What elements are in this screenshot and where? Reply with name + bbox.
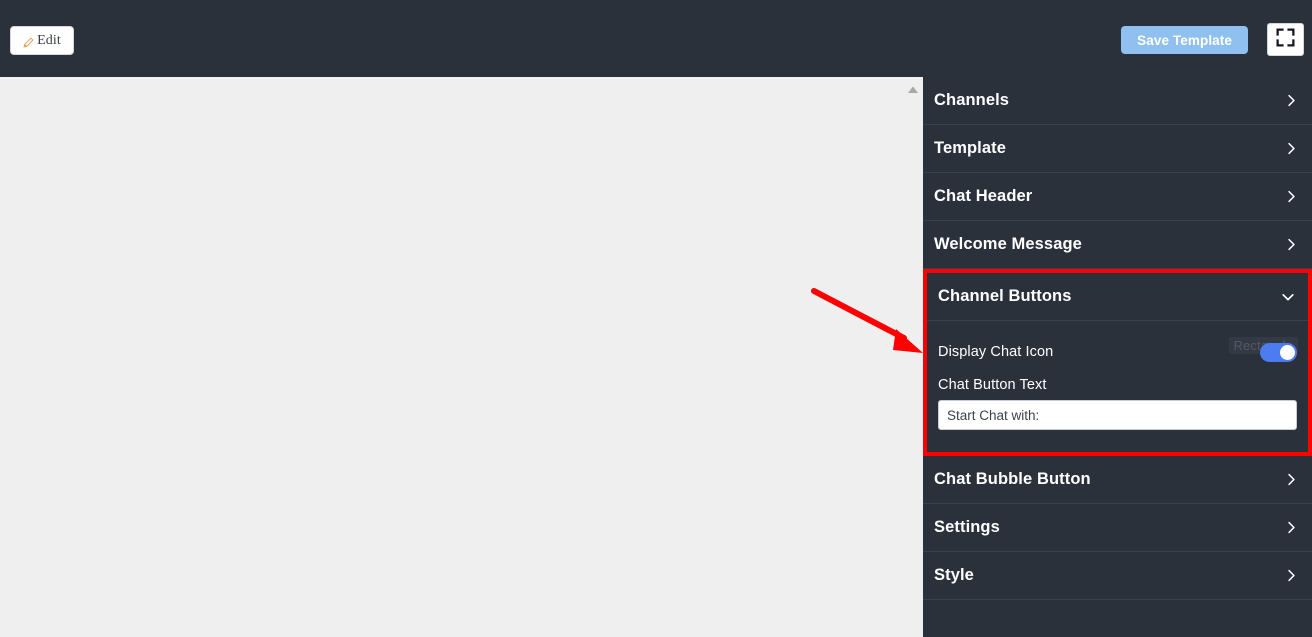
display-chat-icon-row: Display Chat Icon (938, 335, 1297, 369)
top-toolbar: Edit Save Template (0, 0, 1312, 77)
fullscreen-icon (1275, 27, 1296, 53)
chevron-right-icon (1285, 473, 1298, 486)
chat-button-text-label: Chat Button Text (938, 377, 1047, 393)
edit-button-label: Edit (37, 32, 61, 48)
chevron-right-icon (1285, 238, 1298, 251)
display-chat-icon-toggle[interactable] (1260, 342, 1297, 362)
sidebar-item-style[interactable]: Style (923, 552, 1312, 600)
app-root: Edit Save Template Channels Template Cha… (0, 0, 1312, 637)
sidebar-item-chat-bubble-button[interactable]: Chat Bubble Button (923, 456, 1312, 504)
section-title: Settings (934, 518, 1000, 536)
chevron-right-icon (1285, 142, 1298, 155)
sidebar-item-template[interactable]: Template (923, 125, 1312, 173)
section-title: Style (934, 566, 974, 584)
chevron-right-icon (1285, 521, 1298, 534)
section-title: Channel Buttons (938, 287, 1072, 305)
chevron-right-icon (1285, 94, 1298, 107)
edit-button[interactable]: Edit (10, 26, 74, 55)
chevron-right-icon (1285, 569, 1298, 582)
fullscreen-button[interactable] (1267, 23, 1304, 56)
pencil-icon (23, 35, 34, 48)
chat-button-text-input[interactable] (938, 400, 1297, 430)
sidebar-item-chat-header[interactable]: Chat Header (923, 173, 1312, 221)
chat-button-text-block: Chat Button Text (938, 377, 1297, 430)
display-chat-icon-label: Display Chat Icon (938, 344, 1054, 360)
settings-panel: Channels Template Chat Header Welcome Me… (923, 77, 1312, 637)
preview-canvas (0, 77, 923, 637)
chevron-right-icon (1285, 190, 1298, 203)
sidebar-item-channel-buttons[interactable]: Channel Buttons (927, 273, 1308, 321)
section-title: Chat Header (934, 187, 1033, 205)
save-template-button[interactable]: Save Template (1121, 26, 1248, 54)
toggle-knob (1280, 344, 1295, 360)
scroll-up-arrow-icon[interactable] (907, 81, 919, 93)
section-title: Chat Bubble Button (934, 470, 1091, 488)
section-title: Welcome Message (934, 235, 1082, 253)
channel-buttons-highlight: Channel Buttons Rectangle Display Chat I… (923, 269, 1312, 456)
sidebar-item-channels[interactable]: Channels (923, 77, 1312, 125)
sidebar-item-settings[interactable]: Settings (923, 504, 1312, 552)
sidebar-item-welcome-message[interactable]: Welcome Message (923, 221, 1312, 269)
section-title: Channels (934, 91, 1010, 109)
channel-buttons-body: Rectangle Display Chat Icon Chat Button … (927, 335, 1308, 452)
section-title: Template (934, 139, 1007, 157)
chevron-down-icon (1281, 290, 1294, 303)
